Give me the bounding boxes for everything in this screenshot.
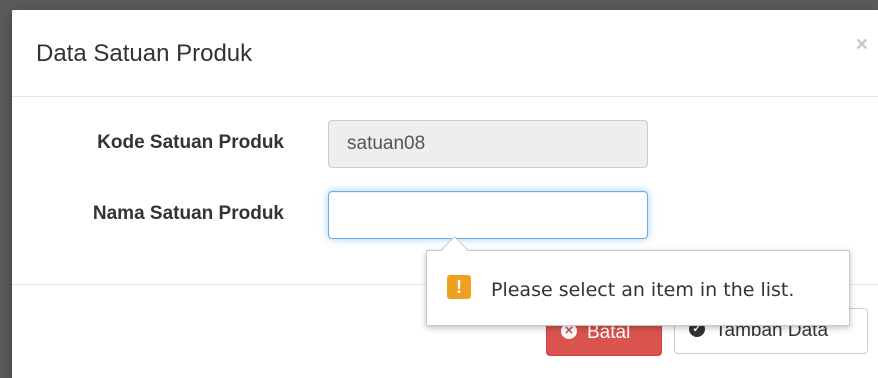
kode-satuan-input[interactable]: satuan08 — [328, 120, 648, 168]
form-row-kode: Kode Satuan Produk satuan08 — [12, 120, 878, 168]
nama-satuan-input[interactable] — [328, 191, 648, 239]
modal-backdrop-left — [0, 0, 12, 378]
warning-icon: ! — [447, 275, 471, 299]
close-button[interactable]: × — [856, 34, 868, 55]
nama-satuan-label: Nama Satuan Produk — [92, 203, 284, 224]
modal-backdrop — [0, 0, 878, 10]
kode-satuan-label: Kode Satuan Produk — [97, 132, 284, 153]
modal-title: Data Satuan Produk — [36, 40, 253, 67]
form-row-nama: Nama Satuan Produk — [12, 191, 878, 239]
modal-header: Data Satuan Produk × — [12, 10, 878, 97]
validation-tooltip: ! Please select an item in the list. — [426, 236, 850, 326]
page: Data Satuan Produk × Kode Satuan Produk … — [0, 0, 878, 378]
validation-message: Please select an item in the list. — [491, 279, 795, 301]
